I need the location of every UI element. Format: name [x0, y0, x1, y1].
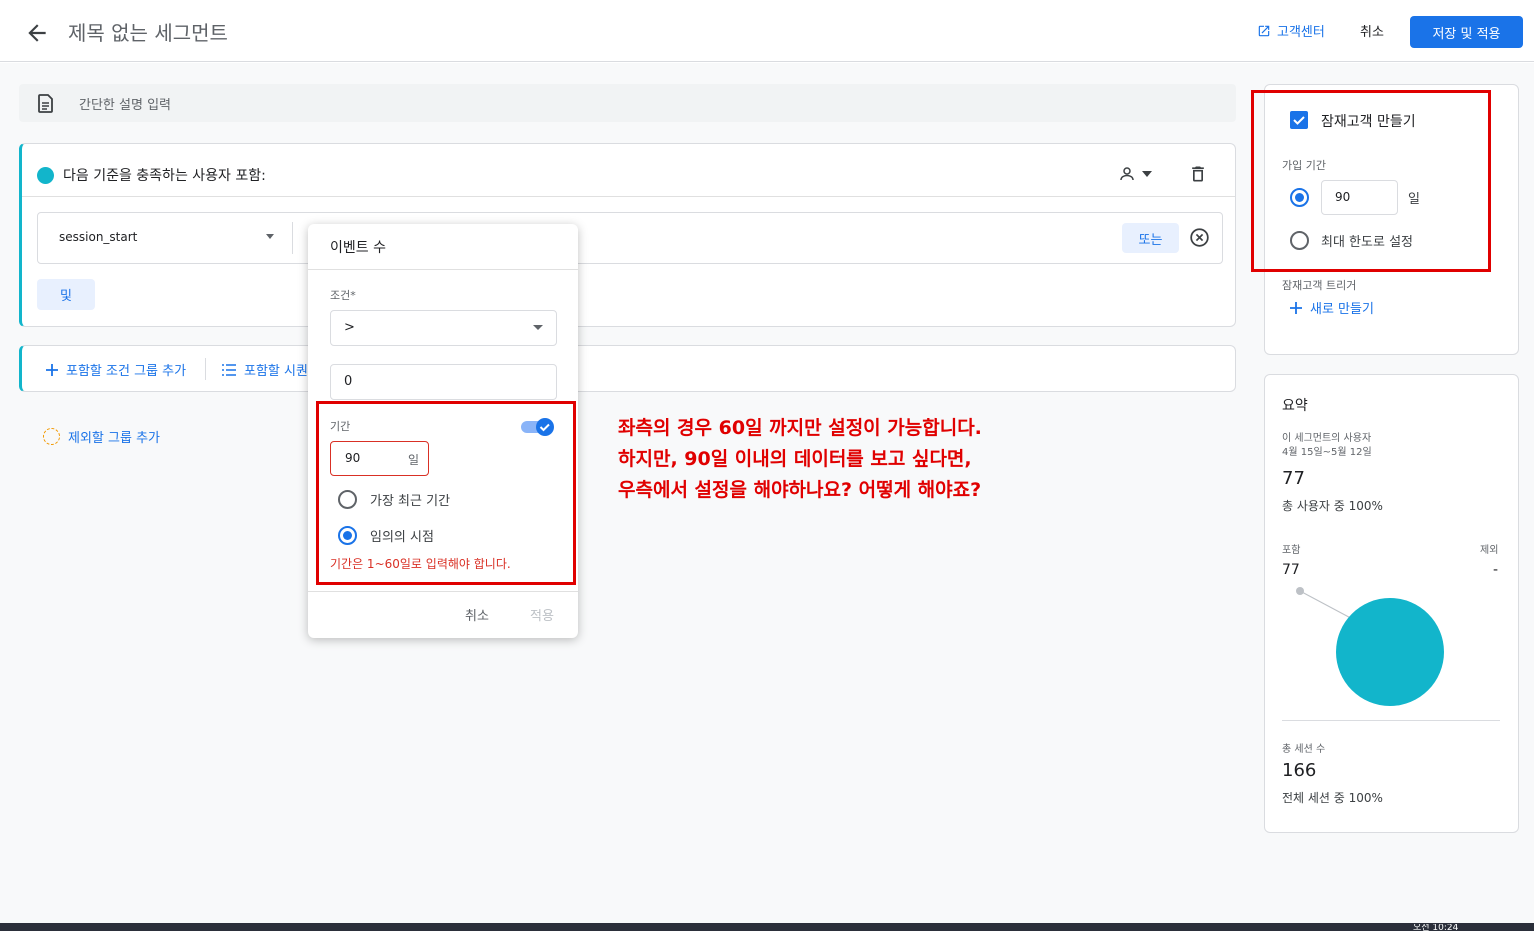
- add-include-sequence-button[interactable]: 포함할 시퀀: [222, 360, 308, 379]
- annotation-highlight-box: [316, 401, 576, 585]
- condition-operator-select[interactable]: [330, 310, 557, 346]
- total-sessions-percent: 전체 세션 중 100%: [1282, 791, 1383, 805]
- new-trigger-button[interactable]: 새로 만들기: [1290, 298, 1374, 317]
- scope-menu-button[interactable]: [1118, 165, 1152, 183]
- taskbar-clock: 오전 10:24: [1413, 924, 1459, 931]
- divider: [22, 196, 1235, 197]
- description-placeholder: 간단한 설명 입력: [79, 98, 171, 113]
- add-include-group-button[interactable]: 포함할 조건 그룹 추가: [46, 360, 186, 379]
- add-include-sequence-label: 포함할 시퀀: [244, 364, 308, 379]
- event-condition-row: [37, 212, 1223, 264]
- summary-title: 요약: [1282, 398, 1308, 414]
- plus-icon: [1290, 301, 1302, 314]
- add-exclude-group-label: 제외할 그룹 추가: [68, 431, 160, 446]
- back-arrow-icon[interactable]: [24, 20, 50, 46]
- condition-operator-value: >: [344, 320, 355, 335]
- total-sessions-value: 166: [1282, 760, 1317, 781]
- segment-users-caption: 이 세그먼트의 사용자: [1282, 433, 1372, 444]
- person-icon: [1118, 165, 1136, 183]
- divider: [292, 222, 293, 254]
- annotation-line: 좌측의 경우 60일 까지만 설정이 가능합니다.: [618, 417, 982, 439]
- include-label: 포함: [1282, 545, 1301, 556]
- open-in-new-icon: [1257, 24, 1271, 38]
- popup-cancel-button[interactable]: 취소: [465, 605, 489, 624]
- description-field[interactable]: [19, 84, 1236, 122]
- save-and-apply-button[interactable]: 저장 및 적용: [1410, 16, 1523, 48]
- or-button[interactable]: 또는: [1122, 223, 1179, 253]
- event-count-input[interactable]: [330, 364, 557, 400]
- plus-icon: [46, 363, 58, 376]
- include-value: 77: [1282, 562, 1300, 578]
- total-sessions-label: 총 세션 수: [1282, 744, 1326, 755]
- cancel-button[interactable]: 취소: [1360, 21, 1384, 40]
- pie-slice-include: [1336, 598, 1444, 706]
- audience-trigger-label: 잠재고객 트리거: [1282, 279, 1357, 292]
- include-pie-chart: [1290, 583, 1450, 708]
- event-count-value: 0: [344, 374, 353, 389]
- new-trigger-label: 새로 만들기: [1310, 302, 1374, 317]
- divider: [308, 591, 578, 592]
- annotation-line: 하지만, 90일 이내의 데이터를 보고 싶다면,: [618, 448, 972, 470]
- event-name-select[interactable]: session_start: [59, 230, 137, 244]
- condition-label: 조건*: [330, 289, 356, 302]
- divider: [1282, 720, 1500, 721]
- popup-title: 이벤트 수: [330, 240, 386, 256]
- document-icon: [38, 94, 54, 113]
- chevron-down-icon[interactable]: [266, 234, 274, 239]
- chevron-down-icon: [533, 325, 543, 330]
- divider: [308, 269, 578, 270]
- exclude-value: -: [1493, 562, 1499, 578]
- add-exclude-group-button[interactable]: 제외할 그룹 추가: [43, 427, 160, 446]
- condition-group-title: 다음 기준을 충족하는 사용자 포함:: [63, 168, 266, 184]
- and-button[interactable]: 및: [37, 279, 95, 310]
- add-include-group-label: 포함할 조건 그룹 추가: [66, 364, 187, 379]
- segment-users-label: 이 세그먼트의 사용자 4월 15일~5월 12일: [1282, 432, 1372, 460]
- page-title: 제목 없는 세그먼트: [68, 21, 228, 45]
- os-taskbar: [0, 923, 1534, 931]
- divider: [205, 358, 206, 380]
- help-center-link[interactable]: 고객센터: [1257, 21, 1325, 40]
- list-icon: [222, 363, 236, 376]
- date-range: 4월 15일~5월 12일: [1282, 447, 1372, 458]
- delete-icon[interactable]: [1188, 164, 1208, 184]
- remove-condition-icon[interactable]: [1189, 227, 1210, 248]
- segment-color-dot: [37, 167, 54, 184]
- popup-apply-button[interactable]: 적용: [530, 605, 554, 624]
- help-center-label: 고객센터: [1277, 25, 1325, 40]
- dashed-circle-icon: [43, 428, 60, 445]
- exclude-label: 제외: [1480, 545, 1499, 556]
- add-group-bar: [19, 345, 1236, 392]
- annotation-highlight-box: [1251, 90, 1491, 272]
- chevron-down-icon: [1142, 171, 1152, 177]
- segment-users-value: 77: [1282, 468, 1305, 489]
- annotation-text: 좌측의 경우 60일 까지만 설정이 가능합니다. 하지만, 90일 이내의 데…: [618, 413, 982, 506]
- segment-users-percent: 총 사용자 중 100%: [1282, 499, 1383, 513]
- annotation-line: 우측에서 설정을 해야하나요? 어떻게 해야죠?: [618, 479, 982, 501]
